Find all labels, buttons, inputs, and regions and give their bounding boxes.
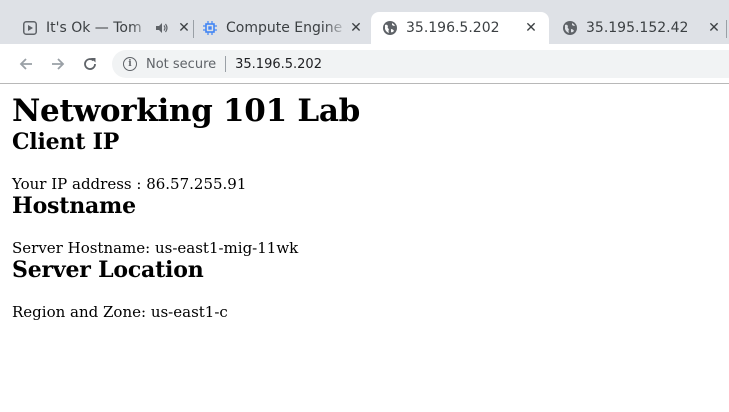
tab-strip: It's Ok — Tom ✕ Compute Engine - ✕ 35.19… bbox=[0, 0, 729, 44]
reload-button[interactable] bbox=[78, 52, 102, 76]
close-icon[interactable]: ✕ bbox=[706, 20, 722, 36]
tab-separator bbox=[193, 20, 194, 38]
server-location-text: Region and Zone: us-east1-c bbox=[12, 303, 228, 321]
page-content: Networking 101 Lab Client IP Your IP add… bbox=[12, 84, 722, 321]
info-icon: i bbox=[123, 57, 137, 71]
page-title: Networking 101 Lab bbox=[12, 93, 360, 129]
speaker-icon[interactable] bbox=[152, 22, 172, 34]
section-heading-client-ip: Client IP bbox=[12, 129, 120, 155]
section-heading-hostname: Hostname bbox=[12, 193, 136, 219]
client-ip-text: Your IP address : 86.57.255.91 bbox=[12, 175, 247, 193]
hostname-text: Server Hostname: us-east1-mig-11wk bbox=[12, 239, 299, 257]
tab-title: Compute Engine - bbox=[226, 20, 348, 36]
close-icon[interactable]: ✕ bbox=[348, 20, 364, 36]
compute-engine-icon bbox=[202, 20, 218, 36]
close-icon[interactable]: ✕ bbox=[523, 20, 539, 36]
globe-icon bbox=[562, 20, 578, 36]
address-bar[interactable]: i Not secure 35.196.5.202 bbox=[112, 50, 729, 78]
tab-title: 35.196.5.202 bbox=[406, 20, 500, 36]
forward-button[interactable] bbox=[46, 52, 70, 76]
close-icon[interactable]: ✕ bbox=[176, 20, 192, 36]
browser-toolbar: i Not secure 35.196.5.202 bbox=[0, 44, 729, 84]
security-indicator[interactable]: i Not secure bbox=[112, 57, 216, 72]
tab-media[interactable]: It's Ok — Tom ✕ bbox=[22, 12, 192, 44]
tab-title: It's Ok — Tom bbox=[46, 20, 142, 36]
back-button[interactable] bbox=[14, 52, 38, 76]
back-arrow-icon bbox=[19, 58, 32, 70]
forward-arrow-icon bbox=[52, 58, 65, 70]
tab-title: 35.195.152.42 bbox=[586, 20, 689, 36]
tab-separator bbox=[726, 20, 727, 38]
omnibox-divider bbox=[225, 56, 227, 72]
reload-icon bbox=[84, 58, 96, 70]
security-label: Not secure bbox=[146, 56, 217, 72]
globe-icon bbox=[382, 20, 398, 36]
tab-compute-engine[interactable]: Compute Engine - ✕ bbox=[202, 12, 364, 44]
tab-other-ip[interactable]: 35.195.152.42 ✕ bbox=[562, 12, 722, 44]
url-text[interactable]: 35.196.5.202 bbox=[235, 57, 322, 72]
play-icon bbox=[22, 20, 38, 36]
section-heading-server-location: Server Location bbox=[12, 257, 204, 283]
tab-active[interactable]: 35.196.5.202 ✕ bbox=[371, 12, 549, 44]
